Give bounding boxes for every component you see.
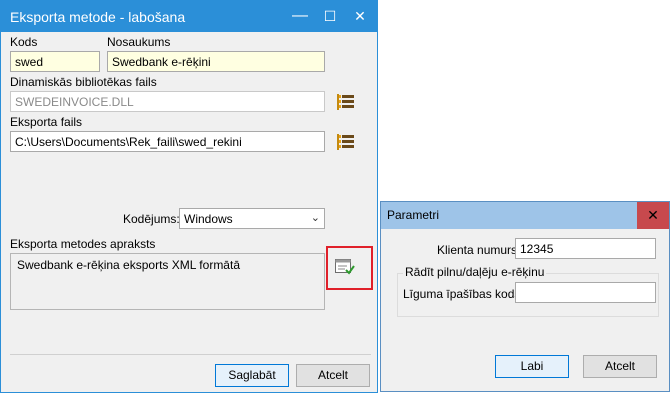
description-field[interactable]: Swedbank e-rēķina eksports XML formātā xyxy=(10,253,325,310)
nosaukums-field[interactable]: Swedbank e-rēķini xyxy=(107,51,325,72)
parameters-check-icon[interactable] xyxy=(335,259,355,275)
param-title-bar[interactable]: Parametri ✕ xyxy=(381,202,669,229)
cancel-button[interactable]: Atcelt xyxy=(296,364,370,387)
chevron-down-icon: ⌄ xyxy=(310,212,320,224)
param-window-title: Parametri xyxy=(387,208,440,222)
contract-code-label: Līguma īpašības kods: xyxy=(403,287,524,301)
dll-label: Dinamiskās bibliotēkas fails xyxy=(10,75,157,89)
close-button[interactable]: ✕ xyxy=(345,1,375,32)
contract-code-field[interactable] xyxy=(515,282,656,303)
encoding-label: Kodējums: xyxy=(123,212,180,226)
param-close-button[interactable]: ✕ xyxy=(637,202,669,229)
parameters-window: Parametri ✕ Klienta numurs: 12345 Rādīt … xyxy=(380,201,670,392)
export-file-field[interactable]: C:\Users\Documents\Rek_faili\swed_rekini xyxy=(10,131,325,152)
separator xyxy=(10,354,371,355)
encoding-value: Windows xyxy=(184,212,233,226)
title-bar[interactable]: Eksporta metode - labošana — ☐ ✕ xyxy=(1,1,377,32)
maximize-button[interactable]: ☐ xyxy=(315,1,345,32)
export-method-edit-window: Eksporta metode - labošana — ☐ ✕ Kods sw… xyxy=(0,0,378,393)
description-label: Eksporta metodes apraksts xyxy=(10,237,156,251)
kods-field[interactable]: swed xyxy=(10,51,100,72)
save-button[interactable]: Saglabāt xyxy=(215,364,289,387)
folder-list-icon[interactable] xyxy=(337,134,355,150)
dll-field[interactable]: SWEDEINVOICE.DLL xyxy=(10,91,325,112)
nosaukums-label: Nosaukums xyxy=(107,35,171,49)
param-cancel-button[interactable]: Atcelt xyxy=(583,355,657,378)
client-number-label: Klienta numurs: xyxy=(437,243,521,257)
folder-list-icon[interactable] xyxy=(337,94,355,110)
kods-label: Kods xyxy=(10,35,38,49)
minimize-button[interactable]: — xyxy=(285,1,315,32)
ok-button[interactable]: Labi xyxy=(495,355,569,378)
client-number-field[interactable]: 12345 xyxy=(515,238,656,259)
window-title: Eksporta metode - labošana xyxy=(10,9,186,25)
encoding-select[interactable]: Windows ⌄ xyxy=(179,208,325,229)
export-file-label: Eksporta fails xyxy=(10,115,83,129)
group-title: Rādīt pilnu/daļēju e-rēķinu xyxy=(403,265,547,279)
